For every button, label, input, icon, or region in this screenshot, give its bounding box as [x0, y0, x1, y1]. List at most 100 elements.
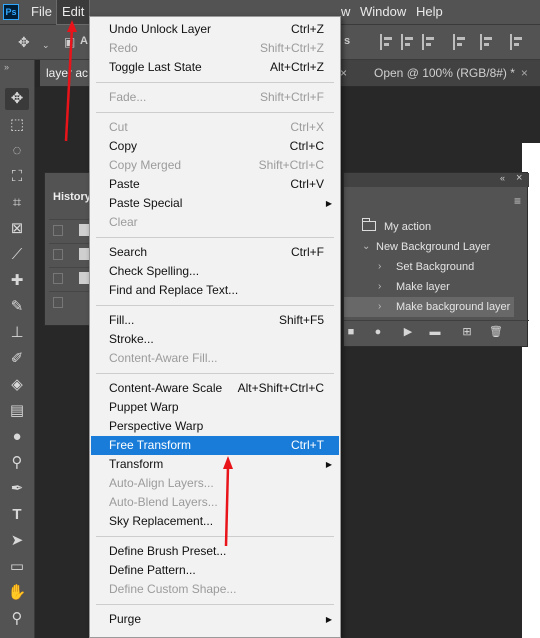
chevron-right-icon[interactable]: › [378, 297, 381, 317]
menu-item-redo[interactable]: Redo Shift+Ctrl+Z [91, 39, 339, 58]
gradient-tool-icon[interactable]: ▤ [5, 400, 29, 422]
menu-item-perspective-warp[interactable]: Perspective Warp [91, 417, 339, 436]
align-right-icon[interactable] [422, 34, 436, 50]
menu-item-puppet-warp[interactable]: Puppet Warp [91, 398, 339, 417]
menu-window[interactable]: Window [355, 0, 411, 24]
chevron-down-icon[interactable]: ⌄ [362, 237, 370, 257]
menu-item-copy[interactable]: Copy Ctrl+C [91, 137, 339, 156]
actions-panel: « × ≡ My action ⌄ New Background Layer ›… [343, 172, 529, 347]
double-chevron-icon[interactable]: » [4, 62, 9, 72]
align-center-icon[interactable] [401, 34, 415, 50]
eyedropper-tool-icon[interactable]: ⟋ [5, 244, 29, 266]
history-brush-tool-icon[interactable]: ✐ [5, 348, 29, 370]
healing-brush-tool-icon[interactable]: ✚ [5, 270, 29, 292]
chevron-down-icon[interactable]: ⌄ [42, 37, 50, 53]
move-tool-icon[interactable]: ✥ [5, 88, 29, 110]
menu-item-fill[interactable]: Fill... Shift+F5 [91, 311, 339, 330]
chevron-right-icon[interactable]: › [378, 257, 381, 277]
menu-item-copy-merged[interactable]: Copy Merged Shift+Ctrl+C [91, 156, 339, 175]
menu-item-define-custom-shape[interactable]: Define Custom Shape... [91, 580, 339, 599]
checkbox-icon[interactable] [53, 273, 63, 284]
menu-item-check-spelling[interactable]: Check Spelling... [91, 262, 339, 281]
close-icon[interactable]: × [340, 66, 347, 80]
menu-item-stroke[interactable]: Stroke... [91, 330, 339, 349]
menu-item-transform[interactable]: Transform ▶ [91, 455, 339, 474]
menu-item-shortcut: Shift+Ctrl+Z [259, 41, 324, 55]
menu-item-paste-special[interactable]: Paste Special ▶ [91, 194, 339, 213]
clone-stamp-tool-icon[interactable]: ⊥ [5, 322, 29, 344]
rectangle-tool-icon[interactable]: ▭ [5, 556, 29, 578]
menu-item-find-and-replace-text[interactable]: Find and Replace Text... [91, 281, 339, 300]
menu-item-shortcut: Alt+Shift+Ctrl+C [237, 381, 324, 395]
collapse-panel-icon[interactable]: « [500, 173, 505, 183]
menu-item-shortcut: Alt+Ctrl+Z [269, 60, 324, 74]
checkbox-icon[interactable]: ▣ [64, 34, 75, 50]
menu-item-search[interactable]: Search Ctrl+F [91, 243, 339, 262]
panel-menu-icon[interactable]: ≡ [514, 194, 521, 208]
move-icon[interactable]: ✥ [18, 34, 30, 50]
pen-tool-icon[interactable]: ✒ [5, 478, 29, 500]
menu-item-content-aware-scale[interactable]: Content-Aware Scale Alt+Shift+Ctrl+C [91, 379, 339, 398]
blur-tool-icon[interactable]: ● [5, 426, 29, 448]
chevron-right-icon[interactable]: › [378, 277, 381, 297]
menu-item-cut[interactable]: Cut Ctrl+X [91, 118, 339, 137]
tab-open-document[interactable]: Open @ 100% (RGB/8#) * × [368, 60, 534, 86]
menu-item-toggle-last-state[interactable]: Toggle Last State Alt+Ctrl+Z [91, 58, 339, 77]
eraser-tool-icon[interactable]: ◈ [5, 374, 29, 396]
align-bottom-icon[interactable] [510, 34, 524, 50]
menu-item-define-brush-preset[interactable]: Define Brush Preset... [91, 542, 339, 561]
crop-tool-icon[interactable]: ⌗ [5, 192, 29, 214]
menu-separator [96, 536, 334, 537]
action-row[interactable]: ⌄ New Background Layer [344, 237, 514, 257]
marquee-tool-icon[interactable]: ⬚ [5, 114, 29, 136]
menu-item-label: Find and Replace Text... [109, 283, 239, 297]
action-set-label: My action [384, 221, 432, 233]
menu-item-sky-replacement[interactable]: Sky Replacement... [91, 512, 339, 531]
frame-tool-icon[interactable]: ⊠ [5, 218, 29, 240]
new-action-icon[interactable]: ⊞ [460, 325, 474, 339]
align-top-icon[interactable] [453, 34, 467, 50]
align-left-icon[interactable] [380, 34, 394, 50]
menu-item-paste[interactable]: Paste Ctrl+V [91, 175, 339, 194]
object-selection-tool-icon[interactable]: ⛶ [5, 166, 29, 188]
new-set-folder-icon[interactable]: ▬ [428, 325, 442, 339]
action-step-row[interactable]: › Make layer [344, 277, 514, 297]
action-step-row-selected[interactable]: › Make background layer [344, 297, 514, 317]
menu-file[interactable]: File [26, 0, 57, 24]
hand-tool-icon[interactable]: ✋ [5, 582, 29, 604]
dodge-tool-icon[interactable]: ⚲ [5, 452, 29, 474]
menu-item-define-pattern[interactable]: Define Pattern... [91, 561, 339, 580]
menu-item-clear[interactable]: Clear [91, 213, 339, 232]
lasso-tool-icon[interactable]: ◌ [5, 140, 29, 162]
menu-item-shortcut: Ctrl+T [291, 438, 324, 452]
checkbox-icon[interactable] [53, 249, 63, 260]
action-step-row[interactable]: › Set Background [344, 257, 514, 277]
menu-item-undo-unlock-layer[interactable]: Undo Unlock Layer Ctrl+Z [91, 20, 339, 39]
play-icon[interactable]: ▶ [401, 325, 415, 339]
close-icon[interactable]: × [521, 66, 528, 80]
menu-edit[interactable]: Edit [55, 0, 91, 25]
checkbox-icon[interactable] [53, 225, 63, 236]
path-selection-tool-icon[interactable]: ➤ [5, 530, 29, 552]
checkbox-icon[interactable] [53, 297, 63, 308]
menu-item-fade[interactable]: Fade... Shift+Ctrl+F [91, 88, 339, 107]
type-tool-icon[interactable]: T [5, 504, 29, 526]
stop-icon[interactable]: ■ [344, 325, 358, 339]
align-middle-icon[interactable] [480, 34, 494, 50]
menu-item-auto-align-layers[interactable]: Auto-Align Layers... [91, 474, 339, 493]
menu-help[interactable]: Help [411, 0, 448, 24]
action-set-row[interactable]: My action [344, 217, 514, 237]
brush-tool-icon[interactable]: ✎ [5, 296, 29, 318]
menu-item-purge[interactable]: Purge ▶ [91, 610, 339, 629]
trash-icon[interactable]: 🗑 [489, 325, 503, 339]
zoom-tool-icon[interactable]: ⚲ [5, 608, 29, 630]
tab-layer-action[interactable]: layer ac [40, 60, 95, 86]
menu-item-free-transform[interactable]: Free Transform Ctrl+T [91, 436, 339, 455]
tab-close-partial[interactable]: × [340, 60, 347, 86]
close-icon[interactable]: × [516, 172, 522, 184]
record-icon[interactable]: ● [371, 325, 385, 339]
menu-item-content-aware-fill[interactable]: Content-Aware Fill... [91, 349, 339, 368]
menu-item-label: Copy Merged [109, 158, 182, 172]
menu-item-auto-blend-layers[interactable]: Auto-Blend Layers... [91, 493, 339, 512]
history-panel-title[interactable]: History [53, 191, 91, 203]
